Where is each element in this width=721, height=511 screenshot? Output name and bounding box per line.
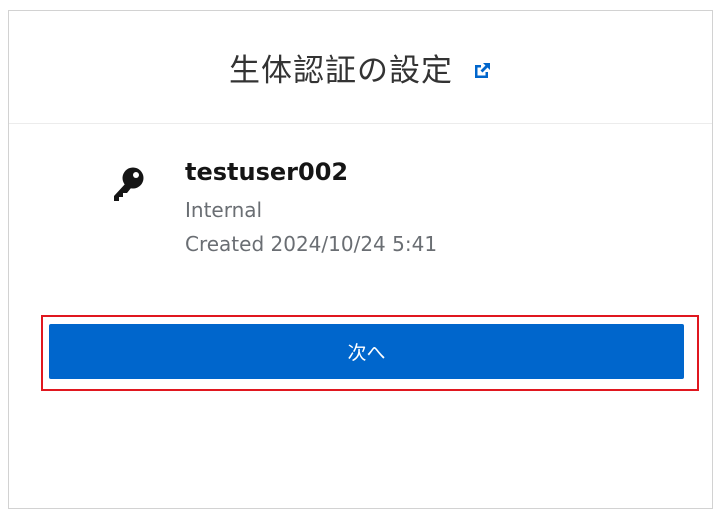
next-button[interactable]: 次へ [49, 324, 684, 379]
page-title: 生体認証の設定 [229, 52, 453, 89]
credential-type: Internal [185, 198, 263, 222]
card-header: 生体認証の設定 [9, 11, 712, 124]
key-icon [105, 163, 149, 207]
credential-created: Created 2024/10/24 5:41 [185, 232, 438, 256]
webauthn-card: 生体認証の設定 testuser002 Internal Created 202… [8, 10, 713, 509]
external-link-icon[interactable] [473, 61, 492, 80]
credential-details: testuser002 Internal Created 2024/10/24 … [185, 153, 605, 259]
credential-name: testuser002 [185, 158, 349, 186]
